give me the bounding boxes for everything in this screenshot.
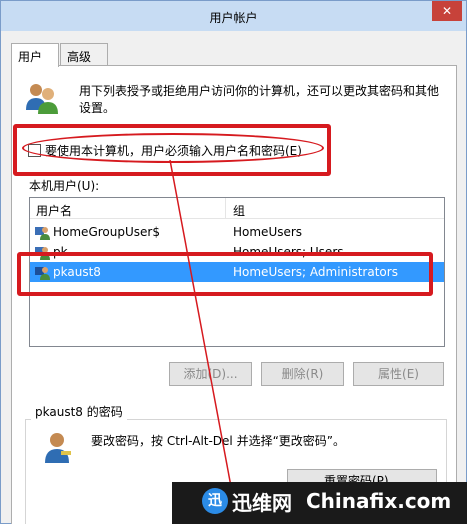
tab-users[interactable]: 用户: [11, 43, 59, 67]
remove-user-button[interactable]: 删除(R): [261, 362, 344, 386]
column-header-group[interactable]: 组: [233, 202, 245, 219]
watermark-brand: 迅维网: [232, 491, 292, 515]
local-users-label: 本机用户(U):: [29, 179, 100, 193]
row-group: HomeUsers: [233, 225, 303, 239]
user-icon: [35, 227, 50, 240]
user-key-icon: [45, 433, 71, 463]
users-icon: [26, 84, 58, 114]
row-username: HomeGroupUser$: [53, 225, 160, 239]
window-title: 用户帐户: [209, 11, 258, 25]
tab-advanced[interactable]: 高级: [60, 43, 108, 66]
password-group-title: pkaust8 的密码: [31, 403, 127, 420]
watermark-site: Chinafix.com: [306, 489, 452, 513]
selected-row-highlight-box: [17, 252, 433, 296]
watermark-logo-icon: 迅: [202, 488, 228, 514]
list-header: 用户名 组: [30, 198, 444, 219]
column-header-username[interactable]: 用户名: [36, 202, 72, 219]
title-bar[interactable]: 用户帐户 ✕: [1, 1, 466, 31]
password-hint-text: 要改密码，按 Ctrl-Alt-Del 并选择“更改密码”。: [91, 434, 346, 448]
properties-button[interactable]: 属性(E): [353, 362, 444, 386]
checkbox-highlight-box: [13, 124, 331, 176]
column-divider[interactable]: [225, 198, 226, 219]
close-button[interactable]: ✕: [432, 1, 462, 21]
add-user-button[interactable]: 添加(D)...: [169, 362, 252, 386]
table-row[interactable]: HomeGroupUser$ HomeUsers: [30, 222, 444, 242]
intro-text: 用下列表授予或拒绝用户访问你的计算机，还可以更改其密码和其他设置。: [79, 84, 440, 115]
